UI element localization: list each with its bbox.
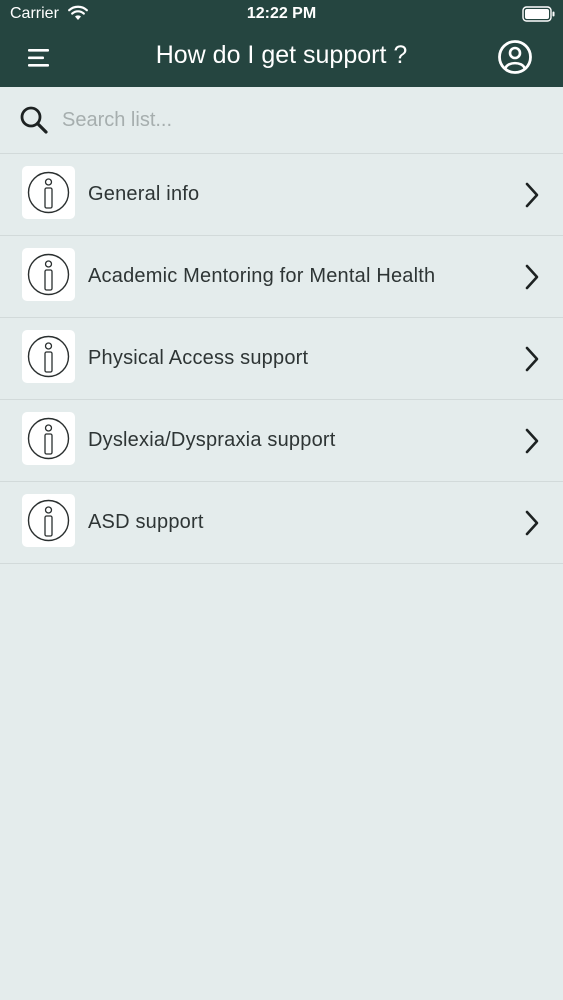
battery-icon: [522, 6, 555, 22]
list-item[interactable]: ASD support: [0, 482, 563, 564]
top-bar: Carrier 12:22 PM How do I get support ?: [0, 0, 563, 87]
support-list: General info Academic Mentoring for Ment…: [0, 154, 563, 564]
chevron-right-icon: [525, 182, 539, 208]
chevron-right-icon: [525, 510, 539, 536]
list-item[interactable]: Academic Mentoring for Mental Health: [0, 236, 563, 318]
profile-button[interactable]: [496, 38, 534, 76]
search-bar: [0, 87, 563, 154]
info-icon: [22, 166, 75, 219]
navigation-bar: How do I get support ?: [0, 30, 563, 87]
list-item-label: Physical Access support: [88, 347, 309, 369]
info-icon: [22, 494, 75, 547]
chevron-right-icon: [525, 346, 539, 372]
list-item[interactable]: General info: [0, 154, 563, 236]
list-item-label: General info: [88, 183, 200, 205]
list-item[interactable]: Physical Access support: [0, 318, 563, 400]
info-icon: [22, 330, 75, 383]
menu-button[interactable]: [22, 42, 58, 74]
chevron-right-icon: [525, 264, 539, 290]
status-bar: Carrier 12:22 PM: [0, 0, 563, 30]
list-item-label: Dyslexia/Dyspraxia support: [88, 429, 336, 451]
info-icon: [22, 412, 75, 465]
page-title: How do I get support ?: [155, 41, 408, 69]
chevron-right-icon: [525, 428, 539, 454]
search-icon: [20, 106, 48, 134]
hamburger-menu-icon: [28, 49, 49, 67]
info-icon: [22, 248, 75, 301]
clock: 12:22 PM: [246, 5, 317, 22]
list-item-label: ASD support: [88, 511, 204, 533]
search-input[interactable]: [60, 101, 544, 139]
list-item[interactable]: Dyslexia/Dyspraxia support: [0, 400, 563, 482]
list-item-label: Academic Mentoring for Mental Health: [88, 265, 436, 287]
user-profile-icon: [498, 40, 532, 74]
